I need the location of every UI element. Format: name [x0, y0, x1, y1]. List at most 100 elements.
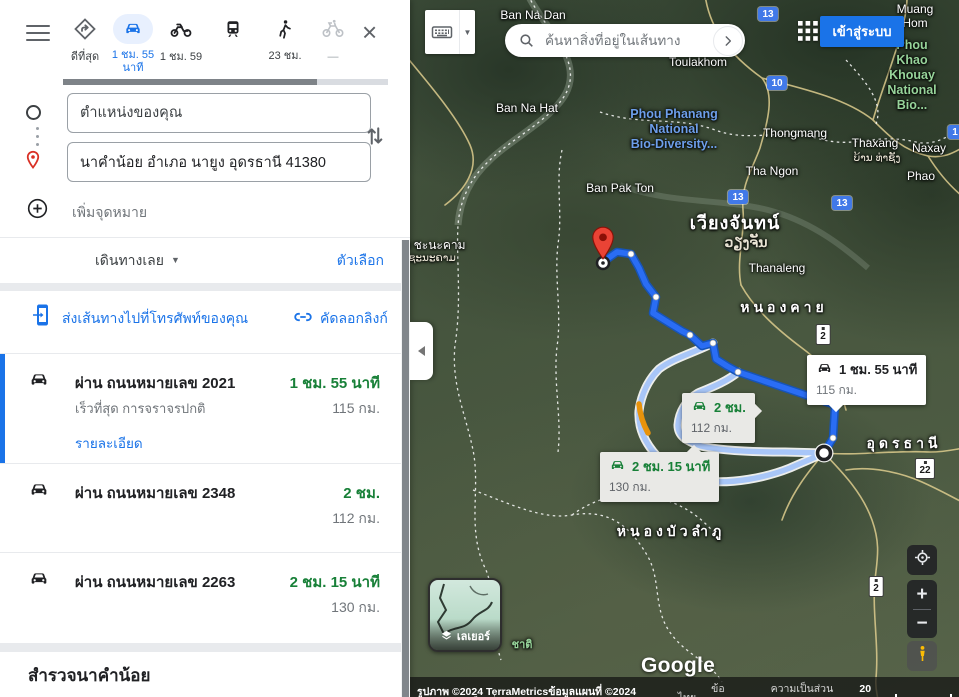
explore-section-title: สำรวจนาคำน้อย	[28, 666, 151, 685]
pegman-button[interactable]	[907, 641, 937, 671]
map-label: Thongmang	[762, 126, 828, 140]
destination-map-pin[interactable]	[589, 226, 617, 265]
route-option-2263[interactable]: ผ่าน ถนนหมายเลข 2263 2 ชม. 15 นาที 130 ก…	[0, 552, 402, 644]
terms-link[interactable]: ข้อกำหนด	[711, 680, 755, 697]
map-label: Ban Na Dan	[500, 8, 566, 22]
scale-label: 20 กม.	[859, 682, 872, 695]
send-to-phone-label[interactable]: ส่งเส้นทางไปที่โทรศัพท์ของคุณ	[62, 308, 248, 330]
map-label: เวียงจันทน์	[689, 213, 781, 233]
zoom-in-button[interactable]: +	[907, 581, 937, 609]
car-icon	[609, 457, 626, 477]
car-icon	[113, 14, 153, 44]
car-icon	[28, 568, 50, 595]
layers-icon	[440, 629, 453, 645]
route-callout-selected[interactable]: 1 ชม. 55 นาที 115 กม.	[807, 355, 927, 413]
callout-distance: 112 กม.	[691, 421, 732, 435]
route-callout-2348[interactable]: 2 ชม. 112 กม.	[682, 393, 762, 443]
menu-icon[interactable]	[26, 25, 50, 43]
map-label: หนองบัวลำภู	[616, 523, 726, 539]
mode-transit[interactable]	[204, 14, 262, 50]
map-label: หนองคาย	[740, 299, 828, 315]
callout-duration: 1 ชม. 55 นาที	[839, 362, 918, 377]
collapse-panel-button[interactable]	[410, 322, 433, 380]
copy-link-icon[interactable]	[292, 306, 314, 333]
route-details-link[interactable]: รายละเอียด	[75, 432, 143, 454]
chevron-down-icon: ▼	[170, 255, 180, 265]
selected-route-indicator	[0, 354, 5, 464]
divider	[0, 237, 410, 238]
map-attribution-bar: รูปภาพ ©2024 TerraMetricsข้อมูลแผนที่ ©2…	[410, 677, 959, 697]
map-label: Phou Phanang National Bio-Diversity...	[630, 107, 718, 151]
map-label: อุดรธานี	[866, 435, 942, 451]
best-route-icon	[65, 14, 105, 44]
mode-scrollbar[interactable]	[63, 79, 388, 85]
mode-cycling[interactable]: —	[304, 14, 362, 64]
callout-distance: 115 กม.	[816, 383, 857, 397]
map-canvas[interactable]: Ban Na Dan Muang Hom Toulakhom Phou Khao Kh…	[410, 0, 959, 697]
swap-waypoints-icon[interactable]	[362, 123, 390, 151]
scale-bar	[894, 693, 952, 697]
mode-cycling-time: —	[327, 51, 339, 63]
route-title: ผ่าน ถนนหมายเลข 2348	[75, 485, 236, 502]
map-search-bar[interactable]	[505, 24, 745, 57]
add-destination-icon[interactable]	[26, 197, 49, 225]
route-shield-icon: 1	[947, 125, 959, 139]
mode-motorcycle-time: 1 ชม. 59	[159, 51, 203, 63]
zoom-out-button[interactable]: −	[907, 610, 937, 638]
layers-button[interactable]: เลเยอร์	[428, 578, 502, 652]
map-label: ง ชะนะคาม	[410, 238, 466, 252]
map-label: Toulakhom	[668, 55, 728, 69]
route-option-2021[interactable]: ผ่าน ถนนหมายเลข 2021 1 ชม. 55 นาที เร็วท…	[0, 353, 402, 464]
google-maps-directions-app: ดีที่สุด 1 ชม. 55 นาที 1 ชม. 59 23 ชม. —…	[0, 0, 959, 697]
layers-label: เลเยอร์	[456, 631, 491, 643]
google-apps-grid-icon[interactable]	[798, 21, 818, 46]
route-duration: 2 ชม.	[343, 485, 380, 502]
callout-duration: 2 ชม.	[714, 400, 746, 415]
route-distance: 130 กม.	[331, 599, 380, 615]
waypoint-dots-icon	[36, 127, 39, 151]
origin-input[interactable]	[67, 93, 371, 133]
route-callout-2263[interactable]: 2 ชม. 15 นาที 130 กม.	[600, 444, 720, 502]
map-label: ບ້ານ ທ່າຊັງ	[853, 152, 901, 164]
map-label: ວຽງຈັນ	[724, 234, 768, 250]
route-shield-icon: 10	[766, 76, 788, 90]
route-subtitle: เร็วที่สุด การจราจรปกติ	[75, 401, 206, 416]
car-icon	[28, 479, 50, 506]
chevron-down-icon[interactable]: ▼	[459, 10, 475, 54]
region-link[interactable]: ไทย	[678, 689, 696, 697]
search-input[interactable]	[543, 32, 713, 49]
keyboard-input-button[interactable]: ▼	[425, 10, 475, 54]
directions-panel: ดีที่สุด 1 ชม. 55 นาที 1 ชม. 59 23 ชม. —…	[0, 0, 410, 697]
copy-link-label[interactable]: คัดลอกลิงก์	[320, 308, 388, 330]
my-location-button[interactable]	[907, 545, 937, 575]
send-to-phone-icon[interactable]	[30, 303, 54, 332]
add-destination-label[interactable]: เพิ่มจุดหมาย	[72, 202, 147, 224]
close-directions-icon[interactable]: ×	[362, 18, 377, 46]
panel-scrollbar[interactable]	[401, 240, 410, 697]
route-shield-icon: 13	[727, 190, 749, 204]
car-icon	[691, 398, 708, 418]
chevron-left-icon	[418, 346, 425, 356]
my-location-icon	[913, 548, 932, 572]
map-label: Phao	[906, 169, 936, 183]
google-logo: Google	[641, 654, 716, 677]
map-label: Ban Pak Ton	[586, 181, 654, 195]
map-label: Tha Ngon	[745, 164, 799, 178]
route-option-2348[interactable]: ผ่าน ถนนหมายเลข 2348 2 ชม. 112 กม.	[0, 463, 402, 553]
map-label: Phou Khao Khouay National Bio...	[887, 38, 937, 112]
bicycle-icon	[313, 14, 353, 44]
destination-input[interactable]	[67, 142, 371, 182]
route-duration: 1 ชม. 55 นาที	[289, 375, 380, 392]
mode-motorcycle[interactable]: 1 ชม. 59	[152, 14, 210, 64]
keyboard-icon	[425, 20, 459, 44]
transit-icon	[213, 14, 253, 44]
map-label: ชาติ	[511, 639, 533, 651]
privacy-link[interactable]: ความเป็นส่วนตัว	[771, 680, 843, 697]
section-divider	[0, 283, 410, 291]
map-label: Thaxang	[851, 136, 899, 150]
options-button[interactable]: ตัวเลือก	[337, 250, 384, 272]
depart-time-dropdown[interactable]: เดินทางเลย ▼	[95, 250, 180, 272]
pegman-icon	[915, 645, 930, 667]
search-submit-button[interactable]	[713, 25, 743, 56]
sign-in-button[interactable]: เข้าสู่ระบบ	[820, 16, 904, 47]
